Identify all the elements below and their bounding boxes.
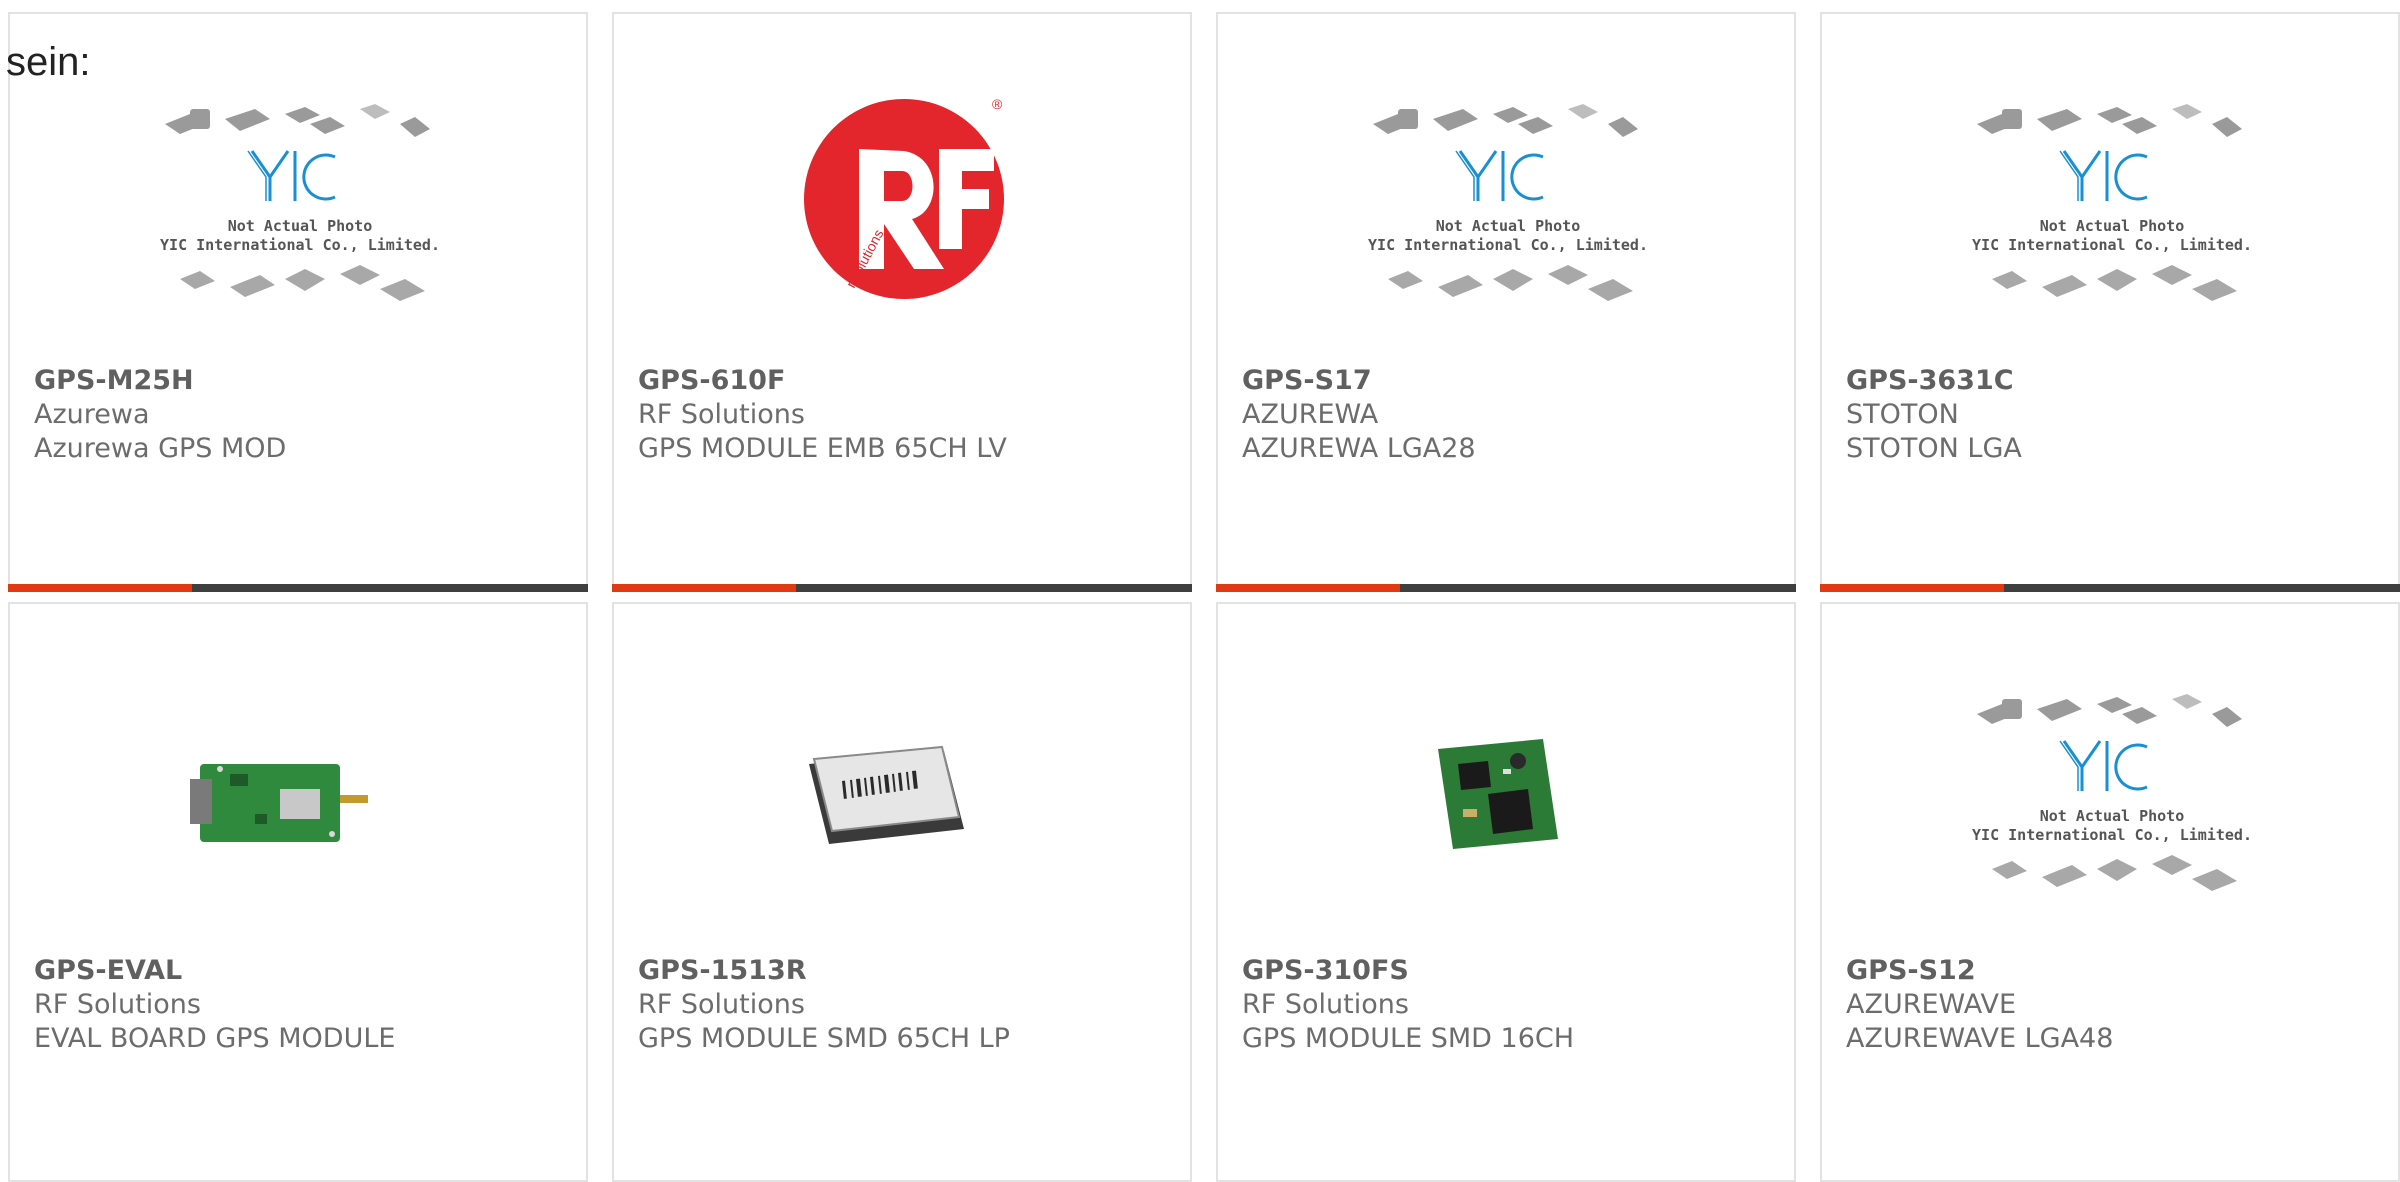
product-card[interactable]: rfsolutions ® GPS-610F RF Solutions GPS … [612, 12, 1192, 592]
yic-placeholder-icon: Not Actual Photo YIC International Co., … [1972, 694, 2252, 891]
part-number[interactable]: GPS-S17 [1242, 364, 1476, 398]
card-accent-bar [612, 584, 1192, 592]
part-number[interactable]: GPS-3631C [1846, 364, 2022, 398]
product-image[interactable]: Not Actual Photo YIC International Co., … [1368, 64, 1648, 354]
description: AZUREWAVE LGA48 [1846, 1023, 2114, 1054]
manufacturer: AZUREWAVE [1846, 989, 2017, 1020]
product-image[interactable]: rfsolutions ® [764, 64, 1044, 354]
yic-placeholder-icon: Not Actual Photo YIC International Co., … [1368, 104, 1648, 301]
manufacturer: RF Solutions [638, 399, 805, 430]
part-number[interactable]: GPS-EVAL [34, 954, 395, 988]
product-card[interactable]: GPS-310FS RF Solutions GPS MODULE SMD 16… [1216, 602, 1796, 1182]
product-image[interactable]: Not Actual Photo YIC International Co., … [1972, 654, 2252, 944]
shielded-module-icon [809, 745, 964, 844]
description: AZUREWA LGA28 [1242, 433, 1476, 464]
card-accent-bar [1216, 584, 1796, 592]
yic-placeholder-icon: Not Actual Photo YIC International Co., … [1972, 104, 2252, 301]
description: GPS MODULE SMD 65CH LP [638, 1023, 1010, 1054]
photo-note: Not Actual Photo [1436, 217, 1581, 235]
pcb-module-icon [1438, 739, 1558, 849]
manufacturer: STOTON [1846, 399, 1959, 430]
manufacturer: AZUREWA [1242, 399, 1379, 430]
part-number[interactable]: GPS-610F [638, 364, 1007, 398]
eval-board-icon [190, 764, 368, 842]
photo-note: Not Actual Photo [2040, 217, 2185, 235]
product-card[interactable]: Not Actual Photo YIC International Co., … [1820, 602, 2400, 1182]
product-image[interactable]: Not Actual Photo YIC International Co., … [160, 64, 440, 354]
registered-mark: ® [992, 96, 1003, 112]
part-number[interactable]: GPS-M25H [34, 364, 286, 398]
card-accent-bar [1820, 584, 2400, 592]
photo-note: Not Actual Photo [2040, 807, 2185, 825]
product-image[interactable]: Not Actual Photo YIC International Co., … [1972, 64, 2252, 354]
part-number[interactable]: GPS-1513R [638, 954, 1010, 988]
product-image[interactable] [764, 654, 1044, 944]
manufacturer: RF Solutions [34, 989, 201, 1020]
photo-note: Not Actual Photo [228, 217, 373, 235]
description: STOTON LGA [1846, 433, 2022, 464]
product-card[interactable]: GPS-1513R RF Solutions GPS MODULE SMD 65… [612, 602, 1192, 1182]
photo-company: YIC International Co., Limited. [1368, 236, 1648, 254]
rf-solutions-logo-icon: rfsolutions ® [804, 96, 1004, 299]
description: GPS MODULE EMB 65CH LV [638, 433, 1007, 464]
yic-placeholder-icon: Not Actual Photo YIC International Co., … [160, 104, 440, 301]
description: Azurewa GPS MOD [34, 433, 287, 464]
photo-company: YIC International Co., Limited. [1972, 826, 2252, 844]
description: EVAL BOARD GPS MODULE [34, 1023, 396, 1054]
intro-text: sein: [6, 40, 91, 84]
manufacturer: RF Solutions [638, 989, 805, 1020]
manufacturer: RF Solutions [1242, 989, 1409, 1020]
description: GPS MODULE SMD 16CH [1242, 1023, 1575, 1054]
product-card[interactable]: Not Actual Photo YIC International Co., … [8, 12, 588, 592]
part-number[interactable]: GPS-S12 [1846, 954, 2113, 988]
card-accent-bar [8, 584, 588, 592]
part-number[interactable]: GPS-310FS [1242, 954, 1574, 988]
product-card[interactable]: Not Actual Photo YIC International Co., … [1820, 12, 2400, 592]
product-card[interactable]: Not Actual Photo YIC International Co., … [1216, 12, 1796, 592]
photo-company: YIC International Co., Limited. [1972, 236, 2252, 254]
product-image[interactable] [160, 654, 440, 944]
product-card[interactable]: GPS-EVAL RF Solutions EVAL BOARD GPS MOD… [8, 602, 588, 1182]
product-image[interactable] [1368, 654, 1648, 944]
photo-company: YIC International Co., Limited. [160, 236, 440, 254]
manufacturer: Azurewa [34, 399, 150, 430]
